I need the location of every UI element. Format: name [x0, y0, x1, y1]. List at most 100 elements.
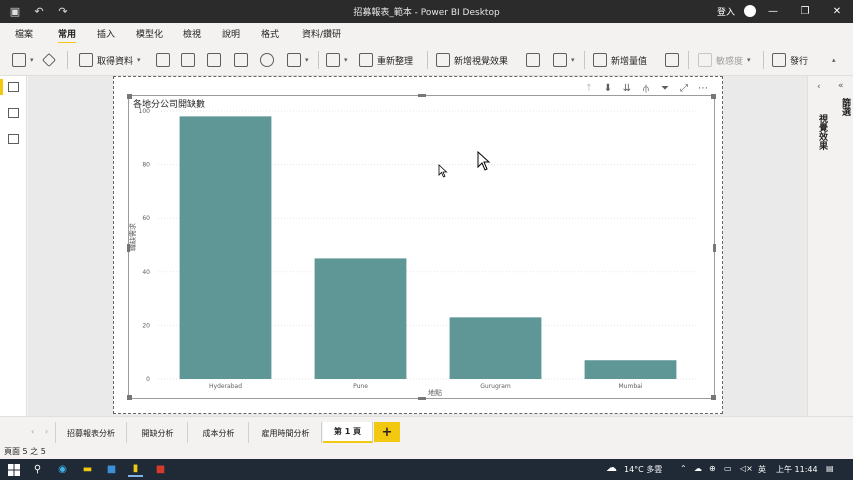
dataset-button[interactable] — [181, 51, 195, 69]
expand-pane-icon[interactable]: « — [838, 81, 844, 91]
mouse-cursor-icon — [477, 151, 491, 171]
chevron-down-icon: ▾ — [747, 56, 751, 64]
tab-home[interactable]: 常用 — [58, 27, 77, 44]
dataverse-button[interactable] — [260, 51, 274, 69]
x-tick-label: Pune — [353, 383, 368, 390]
clock[interactable]: 上午 11:44 — [776, 464, 818, 475]
display-icon[interactable]: ▭ — [724, 464, 732, 473]
get-data-label: 取得資料 — [97, 56, 134, 67]
tab-data-drill[interactable]: 資料/鑽研 — [302, 27, 341, 40]
excel-button[interactable] — [156, 51, 170, 69]
dataverse-icon — [260, 53, 274, 67]
chevron-down-icon: ▾ — [305, 56, 309, 64]
network-icon[interactable]: ⊕ — [709, 464, 716, 473]
bar-gurugram[interactable] — [449, 317, 542, 379]
powerpoint-icon[interactable]: ■ — [153, 462, 168, 477]
ribbon-divider — [584, 51, 585, 69]
page-tab[interactable]: 招募報表分析 — [55, 422, 127, 444]
page-tab-active[interactable]: 第 1 頁 — [323, 422, 373, 444]
recent-sources-button[interactable]: ▾ — [287, 51, 309, 69]
database-icon — [79, 53, 93, 67]
bar-chart-icon — [436, 53, 450, 67]
add-page-button[interactable]: + — [374, 422, 400, 442]
volume-icon[interactable]: ◁× — [740, 464, 753, 473]
report-view-icon[interactable] — [0, 79, 19, 95]
maximize-icon[interactable]: ❐ — [789, 0, 821, 23]
cloud-icon[interactable]: ☁ — [606, 461, 617, 474]
page-prev-icon[interactable]: ‹ — [31, 427, 34, 436]
avatar[interactable] — [744, 5, 756, 17]
windows-start-icon[interactable] — [6, 462, 21, 477]
signin-link[interactable]: 登入 — [717, 5, 735, 18]
refresh-button[interactable]: 重新整理 — [359, 51, 413, 69]
new-visual-button[interactable]: 新增視覺效果 — [436, 51, 508, 69]
power-bi-icon[interactable]: ▮ — [128, 462, 143, 477]
new-measure-button[interactable]: 新增量值 — [593, 51, 647, 69]
sql-button[interactable] — [207, 51, 221, 69]
file-explorer-icon[interactable]: ▬ — [80, 462, 95, 477]
weather-text[interactable]: 14°C 多雲 — [624, 464, 662, 475]
edge-icon[interactable]: ◉ — [55, 462, 70, 477]
ribbon-divider — [67, 51, 68, 69]
visualizations-pane-label[interactable]: 視覺效果 — [816, 114, 829, 150]
minimize-icon[interactable]: — — [757, 0, 789, 23]
focus-mode-icon[interactable]: ⤢ — [678, 82, 690, 94]
expand-hierarchy-icon[interactable]: ⫛ — [640, 82, 652, 94]
publish-button[interactable]: 發行 — [772, 51, 808, 69]
more-visuals-button[interactable]: ▾ — [553, 51, 575, 69]
outlook-icon[interactable]: ■ — [104, 462, 119, 477]
page-tab[interactable]: 雇用時間分析 — [250, 422, 322, 444]
tray-chevron-icon[interactable]: ⌃ — [680, 464, 687, 473]
onedrive-icon[interactable]: ☁ — [694, 464, 702, 473]
ribbon-divider — [318, 51, 319, 69]
sensitivity-button[interactable]: 敏感度 ▾ — [698, 51, 751, 69]
y-axis-label: 職缺需求 — [129, 223, 137, 251]
filter-icon[interactable]: ⏷ — [659, 82, 671, 94]
close-icon[interactable]: ✕ — [821, 0, 853, 23]
tab-help[interactable]: 說明 — [222, 27, 240, 40]
x-tick-label: Mumbai — [619, 383, 643, 390]
bar-hyderabad[interactable] — [179, 116, 272, 380]
ime-indicator[interactable]: 英 — [758, 464, 766, 475]
get-data-button[interactable]: 取得資料 ▾ — [79, 51, 141, 69]
mouse-cursor-icon — [438, 164, 448, 178]
page-tab[interactable]: 開缺分析 — [128, 422, 188, 444]
tab-insert[interactable]: 插入 — [97, 27, 115, 40]
more-visuals-icon — [553, 53, 567, 67]
next-level-icon[interactable]: ⇊ — [621, 82, 633, 94]
publish-icon — [772, 53, 786, 67]
paste-button[interactable]: ▾ — [12, 51, 34, 69]
ribbon-collapse-button[interactable]: ▴ — [832, 51, 836, 69]
tab-file[interactable]: 檔案 — [15, 27, 33, 40]
more-options-icon[interactable]: ⋯ — [697, 82, 709, 94]
bar-mumbai[interactable] — [584, 360, 677, 379]
model-view-icon[interactable] — [8, 134, 19, 144]
filters-pane-label[interactable]: 篩選 — [839, 98, 852, 116]
notifications-icon[interactable]: ▤ — [826, 464, 834, 473]
enter-data-button[interactable] — [234, 51, 248, 69]
quick-measure-button[interactable] — [665, 51, 679, 69]
collapse-pane-icon[interactable]: ‹ — [817, 82, 821, 92]
tab-format[interactable]: 格式 — [261, 27, 279, 40]
transform-data-button[interactable]: ▾ — [326, 51, 348, 69]
tab-modeling[interactable]: 模型化 — [136, 27, 163, 40]
data-view-icon[interactable] — [8, 108, 19, 118]
text-box-icon — [526, 53, 540, 67]
ribbon-divider — [763, 51, 764, 69]
drill-down-icon[interactable]: ⬇ — [602, 82, 614, 94]
menu-bar: 檔案 常用 插入 模型化 檢視 說明 格式 資料/鑽研 — [0, 23, 853, 44]
dataset-icon — [181, 53, 195, 67]
format-painter-button[interactable] — [41, 51, 57, 69]
page-tabs-bar: ‹ › 招募報表分析 開缺分析 成本分析 雇用時間分析 第 1 頁 + — [0, 416, 853, 444]
quick-measure-icon — [665, 53, 679, 67]
text-box-button[interactable] — [526, 51, 540, 69]
bar-pune[interactable] — [314, 258, 407, 379]
page-next-icon[interactable]: › — [45, 427, 48, 436]
tab-view[interactable]: 檢視 — [183, 27, 201, 40]
new-measure-label: 新增量值 — [611, 56, 648, 67]
page-tab[interactable]: 成本分析 — [189, 422, 249, 444]
search-icon[interactable]: ⚲ — [30, 462, 45, 477]
x-tick-label: Gurugram — [480, 383, 511, 390]
ribbon: ▾ 取得資料 ▾ ▾ ▾ 重新整理 新增視覺效果 ▾ 新增量值 敏感度 ▾ 發行 ▴ — [0, 43, 853, 76]
drill-up-icon[interactable]: ↑ — [583, 82, 595, 94]
